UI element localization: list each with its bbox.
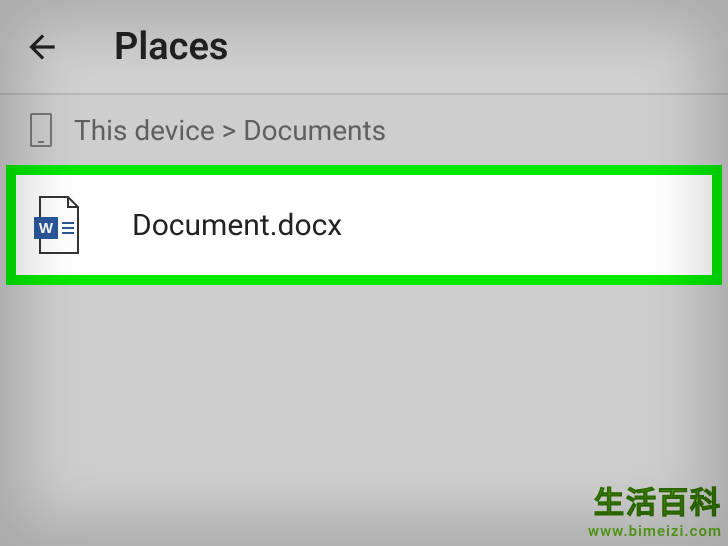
watermark-text-cn: 生活百科 xyxy=(588,478,722,522)
app-root: Places This device > Documents W Documen… xyxy=(0,0,728,546)
word-document-icon: W xyxy=(34,195,82,255)
file-row-highlight: W Document.docx xyxy=(6,165,722,285)
arrow-left-icon xyxy=(23,28,61,66)
svg-text:W: W xyxy=(39,220,54,237)
watermark: 生活百科 www.bimeizi.com xyxy=(588,478,722,540)
breadcrumb-text: This device > Documents xyxy=(74,114,386,147)
page-title: Places xyxy=(114,25,228,69)
breadcrumb[interactable]: This device > Documents xyxy=(0,95,728,165)
file-name: Document.docx xyxy=(132,208,342,243)
device-icon xyxy=(30,113,52,147)
back-button[interactable] xyxy=(20,25,64,69)
file-row[interactable]: W Document.docx xyxy=(16,175,712,275)
header-bar: Places xyxy=(0,0,728,95)
watermark-url: www.bimeizi.com xyxy=(588,522,722,540)
